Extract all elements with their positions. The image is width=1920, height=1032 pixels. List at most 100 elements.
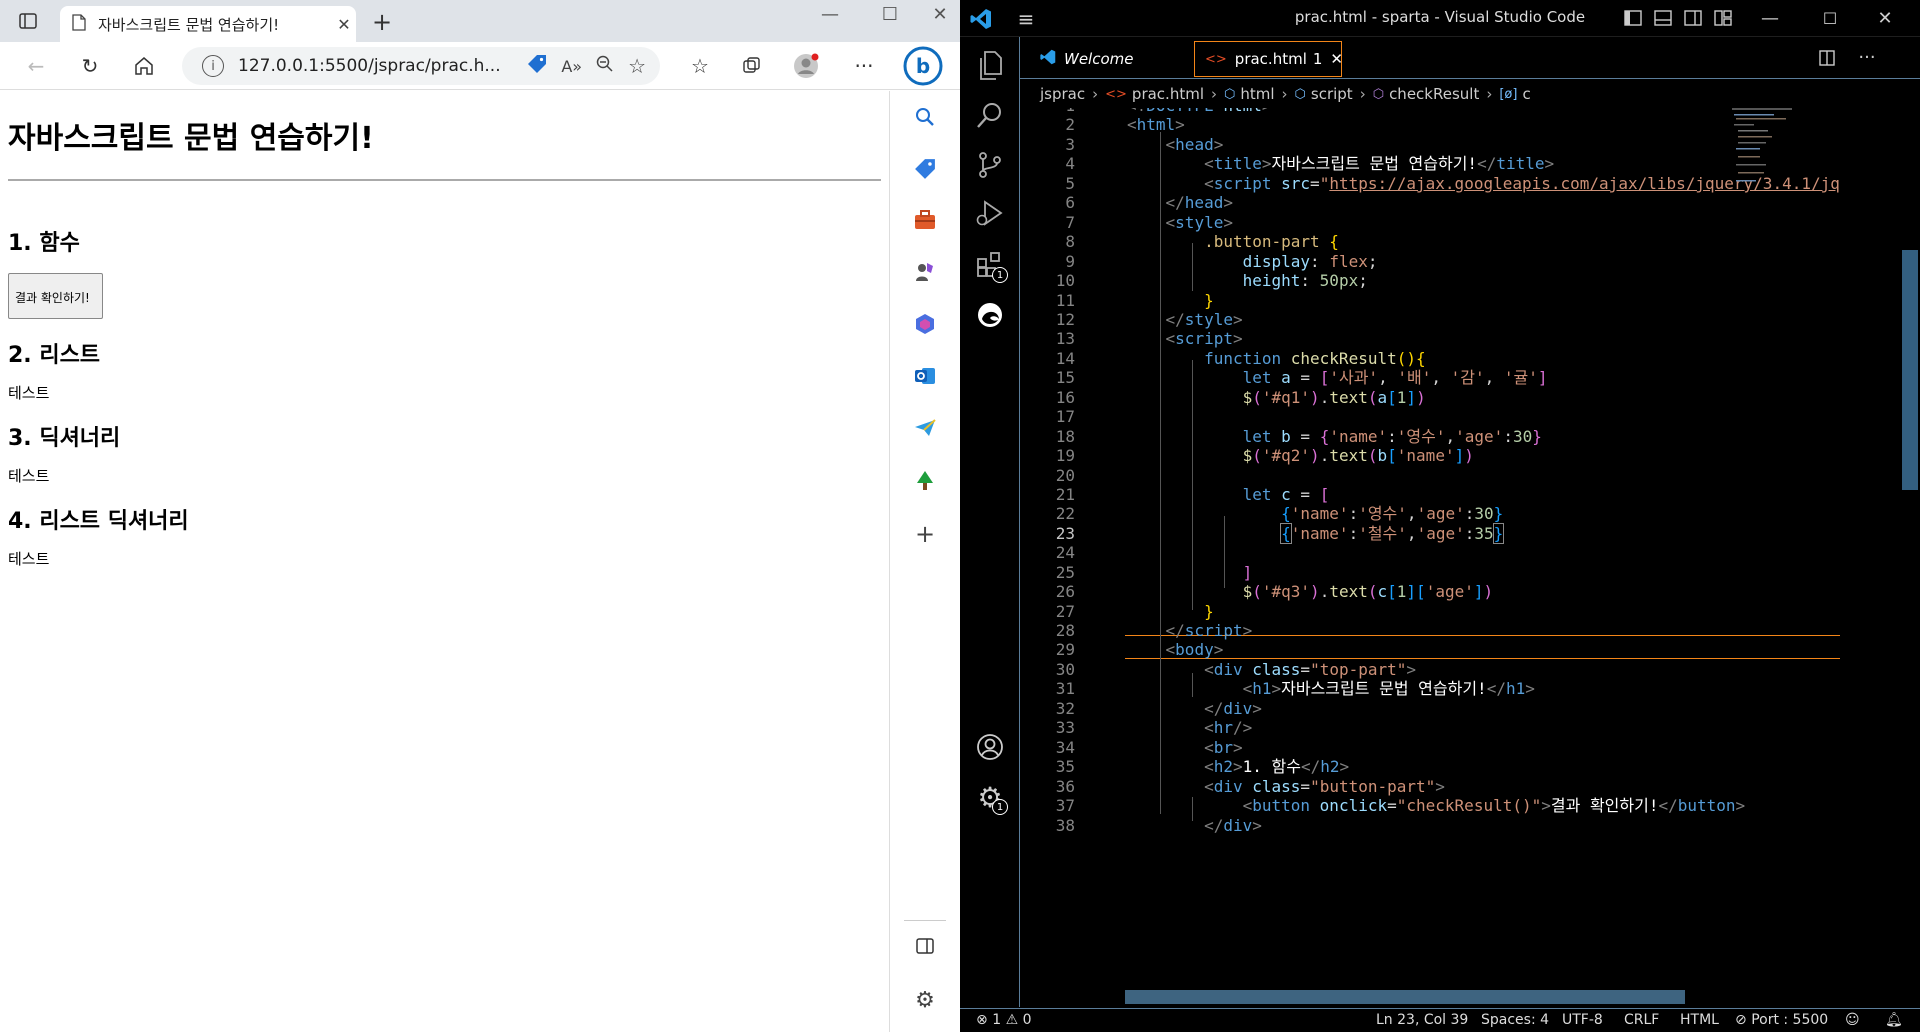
- breadcrumb-item[interactable]: checkResult: [1389, 85, 1479, 103]
- element-cube-icon: ⬡: [1294, 86, 1306, 102]
- site-info-icon[interactable]: i: [202, 55, 224, 77]
- feedback-icon[interactable]: ☺: [1845, 1012, 1860, 1028]
- favorites-icon[interactable]: ☆: [684, 52, 716, 80]
- zoom-out-icon[interactable]: [596, 55, 614, 78]
- add-sidebar-app-icon[interactable]: +: [906, 515, 944, 553]
- back-icon[interactable]: ←: [20, 52, 52, 80]
- minimize-icon[interactable]: —: [810, 4, 850, 25]
- breadcrumb-item[interactable]: jsprac: [1040, 85, 1085, 103]
- search-icon[interactable]: [906, 98, 944, 136]
- tab-prac-html[interactable]: <> prac.html 1 ✕: [1194, 41, 1343, 77]
- error-icon: ⊗: [976, 1012, 988, 1028]
- manage-gear-icon[interactable]: ⚙ 1: [970, 777, 1010, 817]
- q3-text: 테스트: [8, 550, 50, 568]
- warning-icon: ⚠: [1005, 1012, 1019, 1028]
- editor-tabs: Welcome <> prac.html 1 ✕ ···: [1020, 37, 1920, 79]
- close-tab-icon[interactable]: ✕: [1330, 50, 1343, 68]
- section-title-functions: 1. 함수: [8, 231, 80, 256]
- new-tab-button[interactable]: +: [368, 8, 396, 36]
- sidebar-settings-gear-icon[interactable]: ⚙: [906, 981, 944, 1019]
- add-favorite-icon[interactable]: ☆: [628, 54, 646, 78]
- accounts-icon[interactable]: [970, 727, 1010, 767]
- encoding-setting[interactable]: UTF-8: [1562, 1012, 1603, 1028]
- check-result-button[interactable]: 결과 확인하기!: [8, 273, 103, 319]
- collections-icon[interactable]: [736, 52, 768, 80]
- problems-indicator[interactable]: ⊗ 1 ⚠ 0: [976, 1012, 1032, 1028]
- vscode-small-logo-icon: [1040, 49, 1056, 69]
- cursor-position[interactable]: Ln 23, Col 39: [1376, 1012, 1468, 1028]
- url-text: 127.0.0.1:5500/jsprac/prac.h...: [238, 56, 501, 76]
- edge-devtools-icon[interactable]: [970, 295, 1010, 335]
- coupon-tag-icon[interactable]: [527, 54, 547, 79]
- section-title-dictionary: 3. 딕셔너리: [8, 426, 121, 451]
- shopping-tag-icon[interactable]: [906, 150, 944, 188]
- maximize-icon[interactable]: ☐: [870, 4, 910, 25]
- chevron-right-icon: ›: [1211, 85, 1217, 103]
- vscode-maximize-icon[interactable]: ☐: [1810, 6, 1850, 30]
- address-bar[interactable]: i 127.0.0.1:5500/jsprac/prac.h... A» ☆: [182, 47, 660, 85]
- section-title-list-dictionary: 4. 리스트 딕셔너리: [8, 509, 189, 534]
- browser-toolbar: ← ↻ i 127.0.0.1:5500/jsprac/prac.h... A»…: [0, 42, 960, 90]
- code-editor[interactable]: 1<!DOCTYPE html> 2<html> 3 <head> 4 <tit…: [1020, 108, 1920, 1006]
- close-window-icon[interactable]: ✕: [920, 4, 960, 25]
- browser-tab-bar: 자바스크립트 문법 연습하기! ✕ + — ☐ ✕: [0, 0, 960, 42]
- manage-badge: 1: [992, 799, 1008, 815]
- search-icon[interactable]: [970, 95, 1010, 135]
- breadcrumb-item[interactable]: prac.html: [1132, 85, 1204, 103]
- extensions-badge: 1: [992, 267, 1008, 283]
- minimap[interactable]: [1732, 108, 1792, 228]
- close-tab-icon[interactable]: ✕: [332, 15, 356, 34]
- language-mode[interactable]: HTML: [1680, 1012, 1719, 1028]
- chevron-right-icon: ›: [1359, 85, 1366, 103]
- microsoft-365-icon[interactable]: [906, 305, 944, 343]
- customize-layout-icon[interactable]: [1712, 8, 1734, 28]
- hide-sidebar-icon[interactable]: [906, 927, 944, 965]
- live-server-port[interactable]: ⊘ Port : 5500: [1735, 1012, 1828, 1028]
- tab-welcome[interactable]: Welcome: [1030, 41, 1180, 77]
- breadcrumb-item[interactable]: script: [1311, 85, 1353, 103]
- browser-tab[interactable]: 자바스크립트 문법 연습하기! ✕: [60, 6, 356, 42]
- chevron-right-icon: ›: [1092, 85, 1099, 103]
- tools-briefcase-icon[interactable]: [906, 201, 944, 239]
- html-file-icon: <>: [1205, 51, 1227, 67]
- outlook-icon[interactable]: [906, 357, 944, 395]
- toggle-secondary-sidebar-icon[interactable]: [1682, 8, 1704, 28]
- run-debug-icon[interactable]: [970, 194, 1010, 234]
- line-ending-setting[interactable]: CRLF: [1624, 1012, 1659, 1028]
- breadcrumb-item[interactable]: html: [1240, 85, 1274, 103]
- sidebar-divider: [904, 920, 946, 921]
- more-menu-icon[interactable]: ···: [848, 52, 880, 80]
- extensions-icon[interactable]: 1: [970, 245, 1010, 285]
- breadcrumb: jsprac › <> prac.html › ⬡ html › ⬡ script › ⬡ ch…: [1020, 80, 1920, 108]
- vertical-scrollbar[interactable]: [1902, 250, 1918, 490]
- read-aloud-icon[interactable]: A»: [561, 57, 582, 76]
- no-entry-icon: ⊘: [1735, 1012, 1747, 1028]
- notifications-bell-icon[interactable]: 🔔︎: [1885, 1012, 1903, 1028]
- tree-icon[interactable]: [906, 462, 944, 500]
- more-actions-icon[interactable]: ···: [1856, 47, 1878, 68]
- refresh-icon[interactable]: ↻: [74, 52, 106, 80]
- telegram-send-icon[interactable]: [906, 409, 944, 447]
- explorer-files-icon[interactable]: [970, 46, 1010, 86]
- indentation-setting[interactable]: Spaces: 4: [1481, 1012, 1549, 1028]
- web-page-content: 자바스크립트 문법 연습하기! 1. 함수 결과 확인하기! 2. 리스트 테스…: [0, 91, 889, 1032]
- browser-window: 자바스크립트 문법 연습하기! ✕ + — ☐ ✕ ← ↻ i 127.0.0.…: [0, 0, 960, 1032]
- games-icon[interactable]: [906, 253, 944, 291]
- divider: [8, 179, 881, 181]
- source-control-icon[interactable]: [970, 145, 1010, 185]
- split-editor-icon[interactable]: [1816, 49, 1838, 67]
- tab-actions-icon[interactable]: [16, 10, 40, 32]
- vscode-close-icon[interactable]: ✕: [1865, 6, 1905, 30]
- toggle-primary-sidebar-icon[interactable]: [1622, 8, 1644, 28]
- chevron-right-icon: ›: [1486, 85, 1493, 103]
- home-icon[interactable]: [128, 52, 160, 80]
- toggle-panel-icon[interactable]: [1652, 8, 1674, 28]
- bing-copilot-icon[interactable]: b: [903, 46, 943, 86]
- horizontal-scrollbar[interactable]: [1125, 990, 1685, 1004]
- vscode-title-bar: ≡ prac.html - sparta - Visual Studio Cod…: [960, 0, 1920, 37]
- q2-text: 테스트: [8, 467, 50, 485]
- profile-avatar-icon[interactable]: [790, 52, 822, 80]
- variable-icon: [ø]: [1499, 86, 1518, 102]
- vscode-minimize-icon[interactable]: —: [1750, 6, 1790, 30]
- breadcrumb-item[interactable]: c: [1522, 85, 1530, 103]
